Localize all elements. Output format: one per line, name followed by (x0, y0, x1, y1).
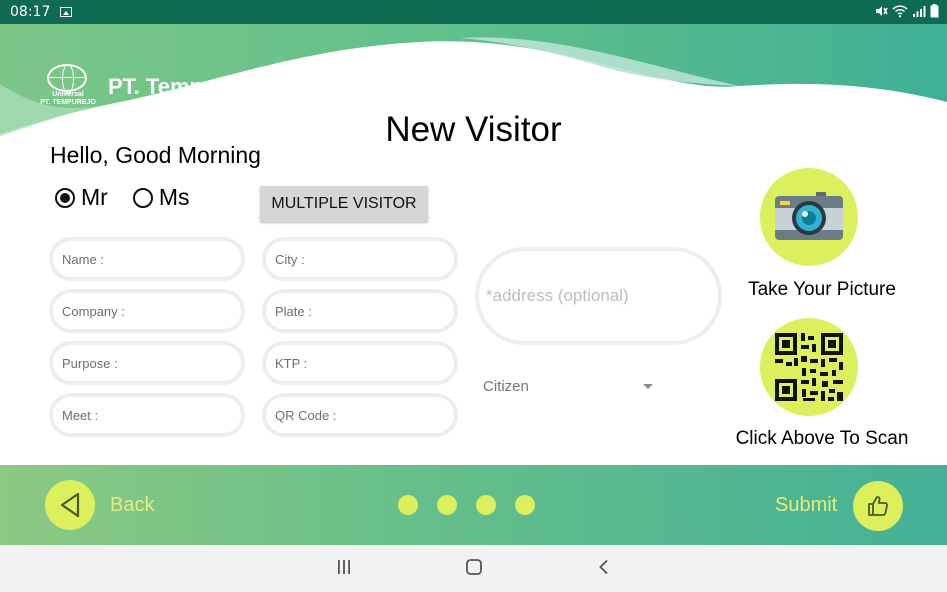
greeting-text: Hello, Good Morning (50, 142, 261, 168)
dropdown-caret-icon (643, 383, 653, 389)
back-button[interactable] (45, 480, 95, 530)
plate-input[interactable]: Plate : (262, 289, 458, 333)
submit-label[interactable]: Submit (775, 494, 837, 517)
page-dot (398, 495, 418, 515)
image-icon (60, 7, 73, 17)
address-input[interactable]: *address (optional) (475, 247, 722, 345)
logo-line2: PT. TEMPUREJO (40, 99, 96, 106)
city-input[interactable]: City : (262, 237, 458, 281)
globe-icon (47, 64, 87, 94)
name-input[interactable]: Name : (49, 237, 245, 281)
company-name: PT. Tempurejo (108, 74, 257, 99)
android-nav-bar (0, 545, 947, 592)
take-picture-label: Take Your Picture (748, 279, 896, 300)
company-input[interactable]: Company : (49, 289, 245, 333)
qr-code-icon (775, 333, 843, 401)
page-dot (437, 495, 457, 515)
take-picture-button[interactable] (760, 168, 858, 266)
radio-ms-circle[interactable] (132, 187, 153, 208)
citizen-select[interactable]: Citizen (483, 376, 655, 396)
ktp-input[interactable]: KTP : (262, 341, 458, 385)
home-icon[interactable] (465, 559, 483, 575)
wifi-icon (892, 5, 908, 18)
page-indicator (398, 495, 535, 515)
multiple-visitor-button[interactable]: MULTIPLE VISITOR (260, 186, 428, 222)
mute-icon (876, 6, 888, 16)
back-triangle-icon (60, 492, 80, 518)
page-dot (476, 495, 496, 515)
status-bar: 08:17 (0, 0, 947, 24)
scan-qr-button[interactable] (760, 318, 858, 416)
radio-ms-label: Ms (158, 184, 190, 210)
meet-input[interactable]: Meet : (49, 393, 245, 437)
recents-icon[interactable] (336, 559, 352, 575)
radio-mr-circle[interactable] (55, 187, 75, 208)
salutation-radio-group: Mr Ms (55, 184, 215, 211)
radio-ms[interactable]: Ms (132, 184, 190, 211)
company-logo: Universal PT. TEMPUREJO (38, 64, 98, 110)
page-dot (515, 495, 535, 515)
citizen-select-value: Citizen (483, 377, 529, 395)
logo-line1: Universal (52, 91, 84, 98)
purpose-input[interactable]: Purpose : (49, 341, 245, 385)
scan-label: Click Above To Scan (735, 428, 909, 449)
signal-icon (913, 6, 926, 17)
camera-icon (775, 192, 843, 240)
radio-mr[interactable]: Mr (55, 184, 108, 211)
thumbs-up-icon (868, 496, 888, 516)
battery-icon (930, 4, 939, 18)
back-label[interactable]: Back (110, 494, 154, 517)
submit-button[interactable] (853, 481, 903, 531)
radio-mr-label: Mr (81, 184, 108, 210)
status-icons (874, 4, 939, 18)
nav-back-icon[interactable] (597, 559, 611, 575)
qr-code-input[interactable]: QR Code : (262, 393, 458, 437)
status-time: 08:17 (10, 4, 51, 20)
